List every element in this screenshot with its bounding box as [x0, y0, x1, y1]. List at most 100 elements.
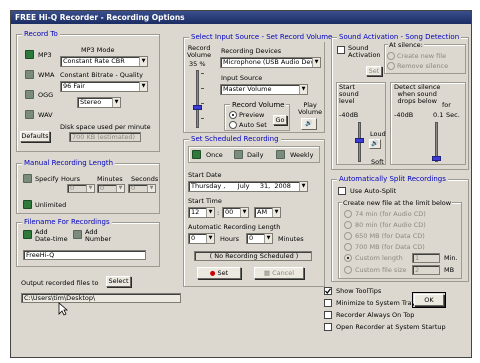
- always-on-top-checkbox[interactable]: [324, 311, 332, 319]
- select-output-button[interactable]: Select: [106, 276, 131, 287]
- open-at-startup-checkbox[interactable]: [324, 323, 332, 331]
- recording-device-select[interactable]: Microphone (USB Audio Dev ▼: [220, 57, 321, 68]
- schedule-title: Set Scheduled Recording: [189, 134, 281, 144]
- format-ogg[interactable]: OGG: [38, 91, 53, 99]
- auto-minutes-select[interactable]: 0 ▼: [246, 233, 273, 244]
- split-option-650[interactable]: [344, 232, 352, 240]
- play-volume-label: Play Volume: [298, 101, 323, 116]
- show-tooltips-checkbox[interactable]: [324, 287, 332, 295]
- hours-select[interactable]: 0 ▼: [67, 184, 95, 193]
- split-option-74-label[interactable]: 74 min (for Audio CD): [355, 210, 426, 218]
- input-source-select[interactable]: Master Volume ▼: [220, 84, 308, 95]
- specify-label[interactable]: Specify: [35, 175, 59, 183]
- split-option-700-label[interactable]: 700 MB (for Data CD): [355, 243, 425, 251]
- ok-button[interactable]: OK: [412, 292, 446, 308]
- autoset-radio[interactable]: [229, 121, 237, 129]
- filename-group: Filename For Recordings Add Date-time Ad…: [16, 217, 160, 267]
- format-mp3[interactable]: MP3: [38, 51, 52, 59]
- format-wav[interactable]: WAV: [38, 111, 53, 119]
- always-on-top-label[interactable]: Recorder Always On Top: [336, 311, 414, 319]
- split-custom-size-label[interactable]: Custom file size: [355, 266, 407, 274]
- red-dot-icon: ●: [209, 269, 216, 277]
- auto-split-checkbox[interactable]: [338, 187, 346, 195]
- minutes-select[interactable]: 0 ▼: [97, 184, 125, 193]
- chevron-down-icon: ▼: [147, 185, 155, 192]
- minimize-tray-checkbox[interactable]: [324, 299, 332, 307]
- speaker-icon[interactable]: 🔊: [301, 118, 317, 130]
- start-level-slider-thumb[interactable]: [355, 138, 364, 143]
- split-option-650-label[interactable]: 650 MB (for Data CD): [355, 232, 425, 240]
- led-weekly-icon[interactable]: [276, 150, 285, 159]
- led-specify-icon[interactable]: [23, 174, 32, 183]
- chevron-down-icon: ▼: [240, 208, 248, 217]
- bitrate-select[interactable]: 96 Fair ▼: [60, 81, 148, 92]
- seconds-select[interactable]: 0 ▼: [128, 184, 156, 193]
- split-option-74[interactable]: [344, 210, 352, 218]
- create-new-file-radio[interactable]: [387, 52, 395, 60]
- sound-activation-label[interactable]: Sound Activation: [348, 45, 381, 59]
- detect-level-slider-thumb[interactable]: [432, 156, 441, 161]
- channels-select[interactable]: Stereo ▼: [77, 97, 121, 108]
- output-path-field[interactable]: C:\Users\tim\Desktop\: [21, 293, 181, 303]
- weekly-label[interactable]: Weekly: [290, 151, 313, 159]
- add-datetime-label[interactable]: Add Date-time: [35, 229, 68, 243]
- record-volume-track[interactable]: [196, 70, 199, 128]
- slider-tick: [201, 118, 204, 119]
- minimize-tray-label[interactable]: Minimize to System Tray: [336, 299, 415, 307]
- record-volume-slider-thumb[interactable]: [193, 104, 202, 110]
- preview-radio[interactable]: [229, 111, 237, 119]
- remove-silence-label[interactable]: Remove silence: [397, 62, 448, 70]
- mp3-mode-label: MP3 Mode: [81, 46, 115, 54]
- schedule-status: ( No Recording Scheduled ): [194, 251, 312, 261]
- remove-silence-radio[interactable]: [387, 62, 395, 70]
- chevron-down-icon: ▼: [272, 208, 280, 217]
- split-custom-size-radio[interactable]: [344, 266, 352, 274]
- led-daily-icon[interactable]: [234, 150, 243, 159]
- auto-hours-label: Hours: [220, 235, 240, 243]
- led-mp3-icon[interactable]: [25, 50, 34, 59]
- mp3-mode-select[interactable]: Constant Rate CBR ▼: [60, 56, 148, 67]
- filename-input[interactable]: FreeHi-Q: [23, 250, 146, 260]
- cancel-schedule-button[interactable]: ▦ Cancel: [254, 267, 304, 279]
- record-volume-value: 35 %: [189, 60, 206, 68]
- auto-split-label[interactable]: Use Auto-Split: [350, 187, 396, 195]
- led-unlimited-icon[interactable]: [23, 200, 32, 209]
- hour-value: 12: [191, 208, 200, 216]
- autoset-label[interactable]: Auto Set: [239, 121, 267, 129]
- create-new-file-label[interactable]: Create new file: [397, 52, 446, 60]
- set-schedule-button[interactable]: ● Set: [197, 267, 241, 279]
- led-add-datetime-icon[interactable]: [23, 230, 32, 239]
- unlimited-label[interactable]: Unlimited: [35, 201, 66, 209]
- start-date-picker[interactable]: Thursday , July 31, 2008 ▼: [188, 181, 308, 192]
- custom-length-input[interactable]: 1: [412, 253, 440, 263]
- split-option-80[interactable]: [344, 221, 352, 229]
- activation-set-button[interactable]: Set: [366, 66, 382, 76]
- once-label[interactable]: Once: [206, 151, 223, 159]
- split-option-80-label[interactable]: 80 min (for Audio CD): [355, 221, 426, 229]
- hour-select[interactable]: 12 ▼: [188, 207, 215, 218]
- led-wav-icon[interactable]: [25, 110, 34, 119]
- auto-hours-select[interactable]: 0 ▼: [188, 233, 215, 244]
- split-custom-length-label[interactable]: Custom length: [355, 254, 403, 262]
- led-add-number-icon[interactable]: [73, 230, 82, 239]
- split-option-700[interactable]: [344, 243, 352, 251]
- defaults-button[interactable]: Defaults: [20, 131, 50, 142]
- sound-activation-checkbox[interactable]: [337, 46, 345, 54]
- led-wma-icon[interactable]: [25, 70, 34, 79]
- go-button[interactable]: Go: [273, 115, 287, 125]
- led-once-icon[interactable]: [192, 150, 201, 159]
- record-volume-box: Record Volume Preview Auto Set Go: [224, 100, 290, 131]
- add-number-label[interactable]: Add Number: [85, 229, 111, 243]
- format-wma[interactable]: WMA: [38, 71, 54, 79]
- led-ogg-icon[interactable]: [25, 90, 34, 99]
- auto-length-label: Automatic Recording Length: [188, 223, 281, 231]
- daily-label[interactable]: Daily: [247, 151, 263, 159]
- custom-size-input[interactable]: 2: [412, 265, 440, 275]
- minute-select[interactable]: 00 ▼: [222, 207, 249, 218]
- open-at-startup-label[interactable]: Open Recorder at System Startup: [336, 323, 446, 331]
- split-custom-length-radio[interactable]: [344, 254, 352, 262]
- preview-label[interactable]: Preview: [239, 111, 264, 119]
- show-tooltips-label[interactable]: Show ToolTips: [336, 287, 381, 295]
- chevron-down-icon: ▼: [299, 182, 307, 191]
- ampm-select[interactable]: AM ▼: [254, 207, 281, 218]
